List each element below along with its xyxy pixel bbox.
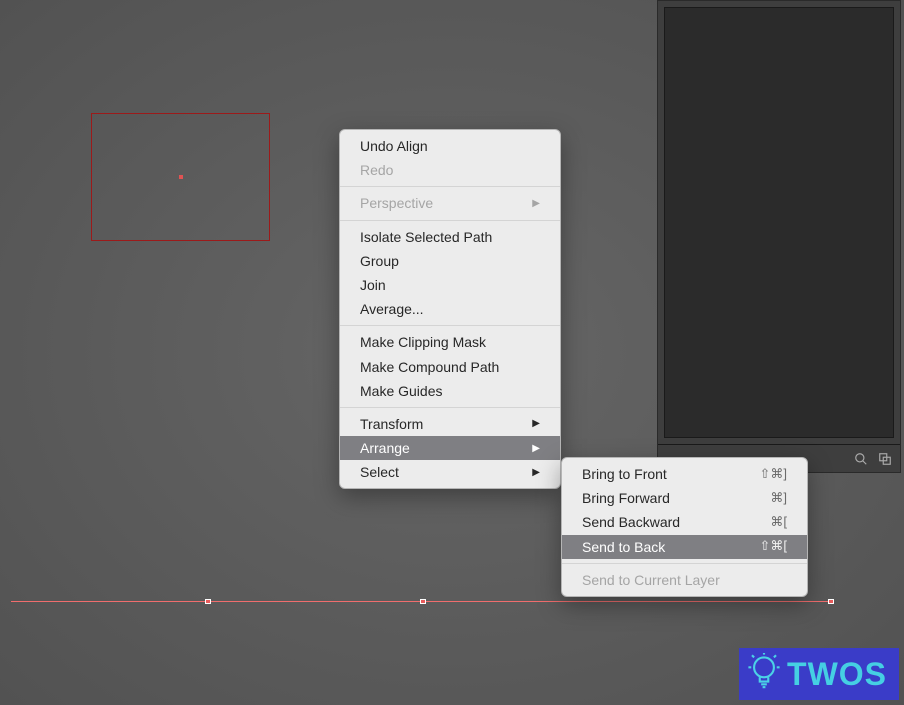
menu-item-label: Group <box>360 252 399 270</box>
menu-item-label: Transform <box>360 415 423 433</box>
menu-item-label: Join <box>360 276 386 294</box>
selection-center-handle[interactable] <box>179 175 183 179</box>
line-handle[interactable] <box>420 599 426 604</box>
menu-item-label: Select <box>360 463 399 481</box>
menu-item-make-guides[interactable]: Make Guides <box>340 379 560 403</box>
menu-shortcut: ⌘[ <box>770 514 787 531</box>
menu-item-label: Make Compound Path <box>360 358 499 376</box>
menu-item-label: Redo <box>360 161 393 179</box>
menu-item-redo: Redo <box>340 158 560 182</box>
menu-item-label: Make Guides <box>360 382 442 400</box>
chevron-right-icon: ▶ <box>532 466 540 479</box>
chevron-right-icon: ▶ <box>532 197 540 210</box>
menu-separator <box>340 186 560 187</box>
context-menu: Undo Align Redo Perspective ▶ Isolate Se… <box>339 129 561 489</box>
line-handle[interactable] <box>828 599 834 604</box>
layers-icon[interactable] <box>876 450 894 468</box>
menu-item-label: Average... <box>360 300 424 318</box>
menu-item-label: Bring to Front <box>582 465 667 483</box>
menu-item-label: Make Clipping Mask <box>360 333 486 351</box>
selected-rectangle[interactable] <box>91 113 270 241</box>
menu-item-send-to-current-layer: Send to Current Layer <box>562 568 807 592</box>
menu-item-arrange[interactable]: Arrange ▶ <box>340 436 560 460</box>
menu-separator <box>562 563 807 564</box>
menu-item-perspective: Perspective ▶ <box>340 191 560 215</box>
menu-shortcut: ⌘] <box>770 490 787 507</box>
menu-item-undo[interactable]: Undo Align <box>340 134 560 158</box>
guide-line[interactable] <box>11 601 834 602</box>
menu-item-group[interactable]: Group <box>340 249 560 273</box>
menu-shortcut: ⇧⌘[ <box>759 538 787 555</box>
menu-shortcut: ⇧⌘] <box>759 466 787 483</box>
menu-item-label: Undo Align <box>360 137 428 155</box>
line-handle[interactable] <box>205 599 211 604</box>
menu-separator <box>340 325 560 326</box>
menu-item-label: Arrange <box>360 439 410 457</box>
chevron-right-icon: ▶ <box>532 442 540 455</box>
menu-item-make-compound-path[interactable]: Make Compound Path <box>340 355 560 379</box>
zoom-icon[interactable] <box>852 450 870 468</box>
menu-item-send-backward[interactable]: Send Backward ⌘[ <box>562 510 807 534</box>
menu-item-join[interactable]: Join <box>340 273 560 297</box>
menu-item-make-clipping-mask[interactable]: Make Clipping Mask <box>340 330 560 354</box>
menu-separator <box>340 407 560 408</box>
menu-item-select[interactable]: Select ▶ <box>340 460 560 484</box>
menu-item-label: Bring Forward <box>582 489 670 507</box>
submenu-arrange: Bring to Front ⇧⌘] Bring Forward ⌘] Send… <box>561 457 808 597</box>
menu-item-label: Perspective <box>360 194 433 212</box>
menu-item-average[interactable]: Average... <box>340 297 560 321</box>
menu-item-transform[interactable]: Transform ▶ <box>340 412 560 436</box>
menu-item-isolate[interactable]: Isolate Selected Path <box>340 225 560 249</box>
menu-item-bring-forward[interactable]: Bring Forward ⌘] <box>562 486 807 510</box>
menu-separator <box>340 220 560 221</box>
watermark-badge: TWOS <box>739 648 899 700</box>
menu-item-label: Send Backward <box>582 513 680 531</box>
menu-item-send-to-back[interactable]: Send to Back ⇧⌘[ <box>562 535 807 559</box>
panel-content-area <box>664 7 894 438</box>
menu-item-bring-to-front[interactable]: Bring to Front ⇧⌘] <box>562 462 807 486</box>
brand-text: TWOS <box>787 656 887 693</box>
chevron-right-icon: ▶ <box>532 417 540 430</box>
ui-panel <box>657 0 901 473</box>
lightbulb-icon <box>747 653 781 696</box>
menu-item-label: Send to Back <box>582 538 665 556</box>
menu-item-label: Isolate Selected Path <box>360 228 492 246</box>
menu-item-label: Send to Current Layer <box>582 571 720 589</box>
